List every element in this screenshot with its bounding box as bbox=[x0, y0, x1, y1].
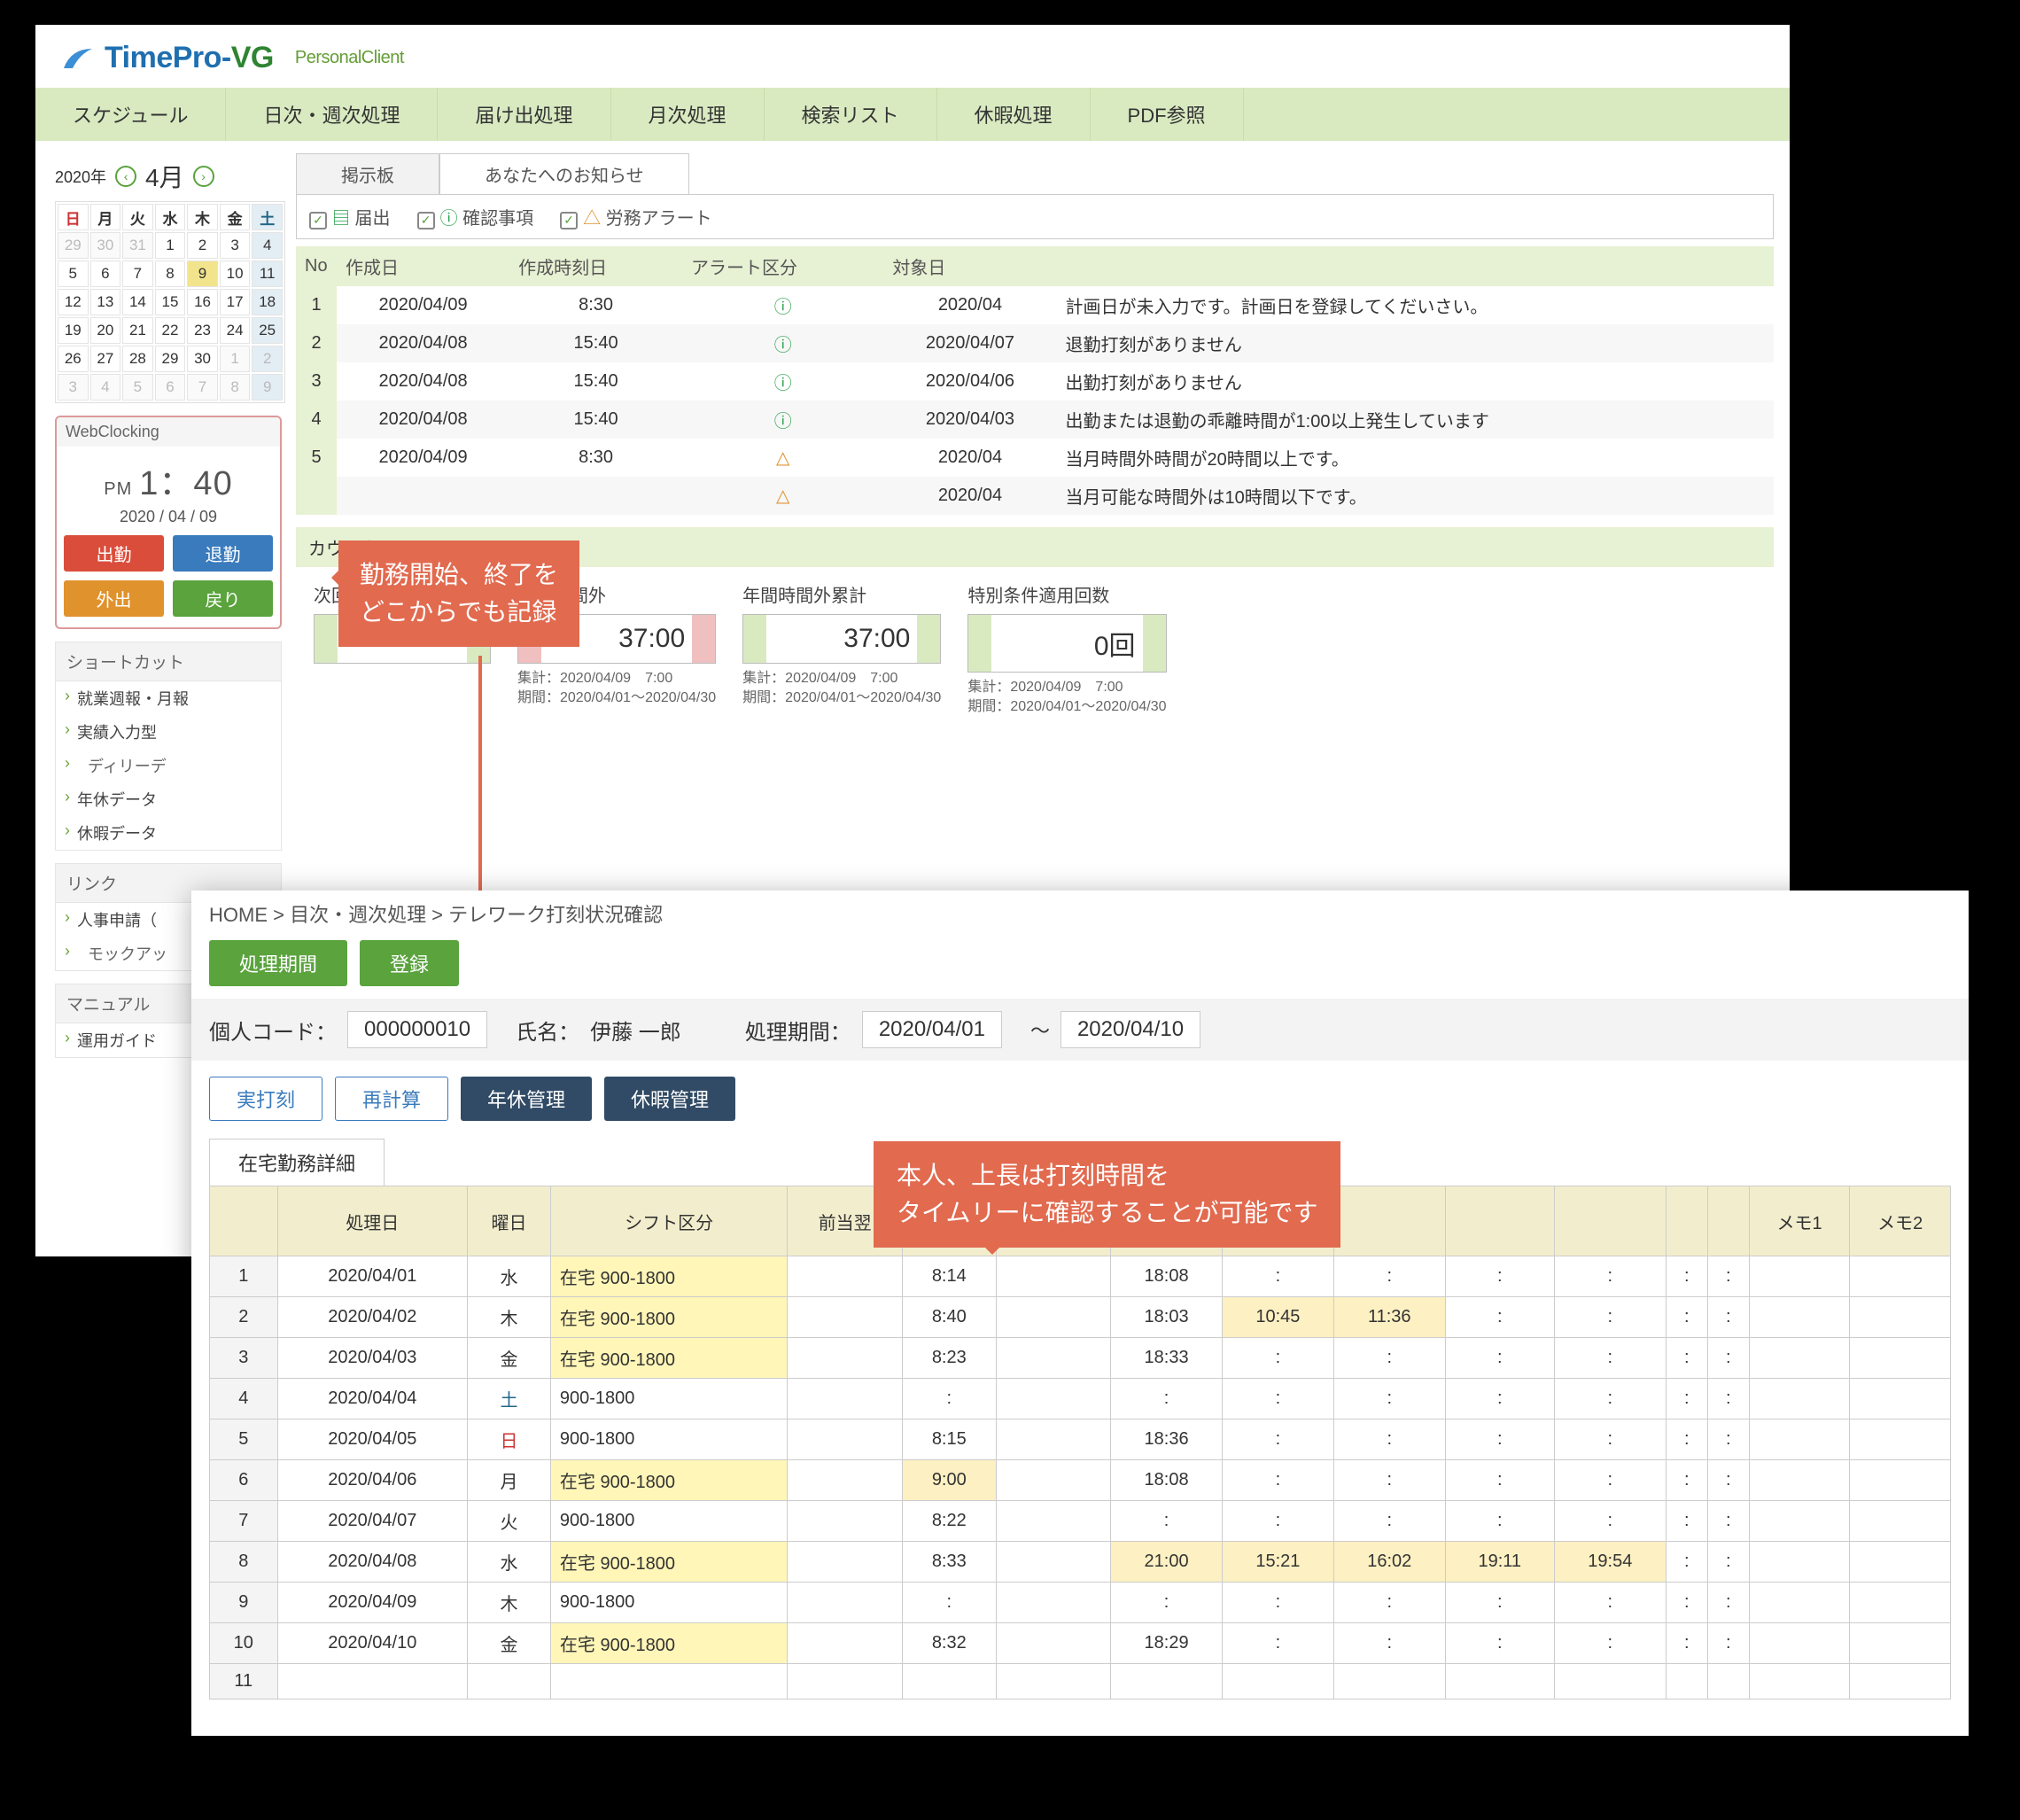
clock-button-戻り[interactable]: 戻り bbox=[173, 580, 273, 617]
clock-button-出勤[interactable]: 出勤 bbox=[64, 535, 164, 572]
clock-display: PM1：40 bbox=[64, 455, 273, 504]
nav-tab[interactable]: 月次処理 bbox=[611, 88, 765, 141]
next-month-button[interactable]: › bbox=[193, 166, 214, 187]
toolbar-secondary: 実打刻再計算年休管理休暇管理 bbox=[191, 1069, 1969, 1128]
nav-tab[interactable]: 日次・週次処理 bbox=[226, 88, 438, 141]
toolbar-primary: 処理期間登録 bbox=[191, 937, 1969, 990]
attendance-grid[interactable]: 処理日曜日シフト区分前当翌出勤時刻前当翌退勤時刻メモ1メモ212020/04/0… bbox=[209, 1186, 1951, 1699]
table-row[interactable]: 42020/04/04土900-1800:::::::: bbox=[210, 1379, 1951, 1419]
webclocking-card: WebClocking PM1：40 2020 / 04 / 09 出勤退勤外出… bbox=[55, 416, 282, 629]
info-tab[interactable]: あなたへのお知らせ bbox=[439, 153, 689, 194]
mini-calendar[interactable]: 日月火水木金土293031123456789101112131415161718… bbox=[55, 201, 285, 403]
counter: 年間時間外累計37:00集計：2020/04/09 7:00期間：2020/04… bbox=[742, 581, 941, 718]
table-row[interactable]: 22020/04/02木在宅 900-18008:4018:0310:4511:… bbox=[210, 1297, 1951, 1338]
table-row[interactable]: 62020/04/06月在宅 900-18009:0018:08:::::: bbox=[210, 1460, 1951, 1501]
webclocking-title: WebClocking bbox=[57, 417, 280, 447]
app-logo: TimePro-VG PersonalClient bbox=[62, 41, 404, 75]
breadcrumb: HOME > 目次・週次処理 > テレワーク打刻状況確認 bbox=[191, 891, 1969, 937]
nav-tab[interactable]: 休暇処理 bbox=[937, 88, 1091, 141]
callout-clocking: 勤務開始、終了をどこからでも記録 bbox=[338, 541, 579, 647]
code-label: 個人コード： bbox=[209, 1015, 337, 1046]
nav-tab[interactable]: PDF参照 bbox=[1091, 88, 1244, 141]
toolbar-button[interactable]: 休暇管理 bbox=[604, 1077, 735, 1121]
nav-tab[interactable]: 検索リスト bbox=[765, 88, 937, 141]
code-field[interactable]: 000000010 bbox=[347, 1011, 487, 1048]
table-row[interactable]: 32020/04/03金在宅 900-18008:2318:33:::::: bbox=[210, 1338, 1951, 1379]
toolbar-button[interactable]: 登録 bbox=[360, 940, 459, 986]
toolbar-button[interactable]: 再計算 bbox=[335, 1077, 448, 1121]
link-item[interactable]: ディリーデ bbox=[56, 749, 281, 782]
info-tabs: 掲示板あなたへのお知らせ bbox=[296, 153, 1774, 194]
link-item[interactable]: 休暇データ bbox=[56, 816, 281, 850]
clock-button-退勤[interactable]: 退勤 bbox=[173, 535, 273, 572]
filter-checkbox[interactable]: ✓△ 労務アラート bbox=[560, 204, 712, 229]
prev-month-button[interactable]: ‹ bbox=[115, 166, 136, 187]
detail-tab[interactable]: 在宅勤務詳細 bbox=[209, 1139, 385, 1186]
detail-window: HOME > 目次・週次処理 > テレワーク打刻状況確認 処理期間登録 個人コー… bbox=[191, 891, 1969, 1736]
link-item[interactable]: 年休データ bbox=[56, 782, 281, 816]
period-from-field[interactable]: 2020/04/01 bbox=[862, 1011, 1002, 1048]
top-nav: スケジュール日次・週次処理届け出処理月次処理検索リスト休暇処理PDF参照 bbox=[35, 88, 1790, 141]
link-item[interactable]: 実績入力型 bbox=[56, 715, 281, 749]
month-nav: 2020年 ‹ 4月 › bbox=[55, 159, 282, 194]
nav-tab[interactable]: スケジュール bbox=[35, 88, 226, 141]
table-row[interactable]: 72020/04/07火900-18008:22::::::: bbox=[210, 1501, 1951, 1542]
link-item[interactable]: 就業週報・月報 bbox=[56, 681, 281, 715]
toolbar-button[interactable]: 処理期間 bbox=[209, 940, 347, 986]
alert-filters: ✓▤ 届出 ✓ⓘ 確認事項 ✓△ 労務アラート bbox=[296, 194, 1774, 239]
table-row[interactable]: 52020/04/05日900-18008:1518:36:::::: bbox=[210, 1419, 1951, 1460]
name-value: 伊藤 一郎 bbox=[590, 1015, 681, 1046]
clock-date: 2020 / 04 / 09 bbox=[64, 508, 273, 526]
nav-tab[interactable]: 届け出処理 bbox=[438, 88, 610, 141]
period-to-field[interactable]: 2020/04/10 bbox=[1060, 1011, 1200, 1048]
filter-checkbox[interactable]: ✓▤ 届出 bbox=[309, 204, 391, 229]
period-label: 処理期間： bbox=[745, 1015, 851, 1046]
alerts-table: No作成日作成時刻日アラート区分対象日12020/04/098:30ⓘ2020/… bbox=[296, 246, 1774, 515]
counter: 特別条件適用回数0回集計：2020/04/09 7:00期間：2020/04/0… bbox=[967, 581, 1166, 718]
callout-confirm: 本人、上長は打刻時間をタイムリーに確認することが可能です bbox=[874, 1141, 1340, 1248]
toolbar-button[interactable]: 実打刻 bbox=[209, 1077, 322, 1121]
header: TimePro-VG PersonalClient bbox=[35, 25, 1790, 88]
name-label: 氏名： bbox=[516, 1015, 579, 1046]
clock-button-外出[interactable]: 外出 bbox=[64, 580, 164, 617]
filter-bar: 個人コード： 000000010 氏名： 伊藤 一郎 処理期間： 2020/04… bbox=[191, 999, 1969, 1061]
filter-checkbox[interactable]: ✓ⓘ 確認事項 bbox=[417, 204, 534, 229]
table-row[interactable]: 92020/04/09木900-1800:::::::: bbox=[210, 1583, 1951, 1623]
info-tab[interactable]: 掲示板 bbox=[296, 153, 439, 194]
table-row[interactable]: 11 bbox=[210, 1664, 1951, 1699]
table-row[interactable]: 102020/04/10金在宅 900-18008:3218:29:::::: bbox=[210, 1623, 1951, 1664]
shortcuts-header: ショートカット bbox=[55, 642, 282, 681]
toolbar-button[interactable]: 年休管理 bbox=[461, 1077, 592, 1121]
table-row[interactable]: 12020/04/01水在宅 900-18008:1418:08:::::: bbox=[210, 1256, 1951, 1297]
table-row[interactable]: 82020/04/08水在宅 900-18008:3321:0015:2116:… bbox=[210, 1542, 1951, 1583]
